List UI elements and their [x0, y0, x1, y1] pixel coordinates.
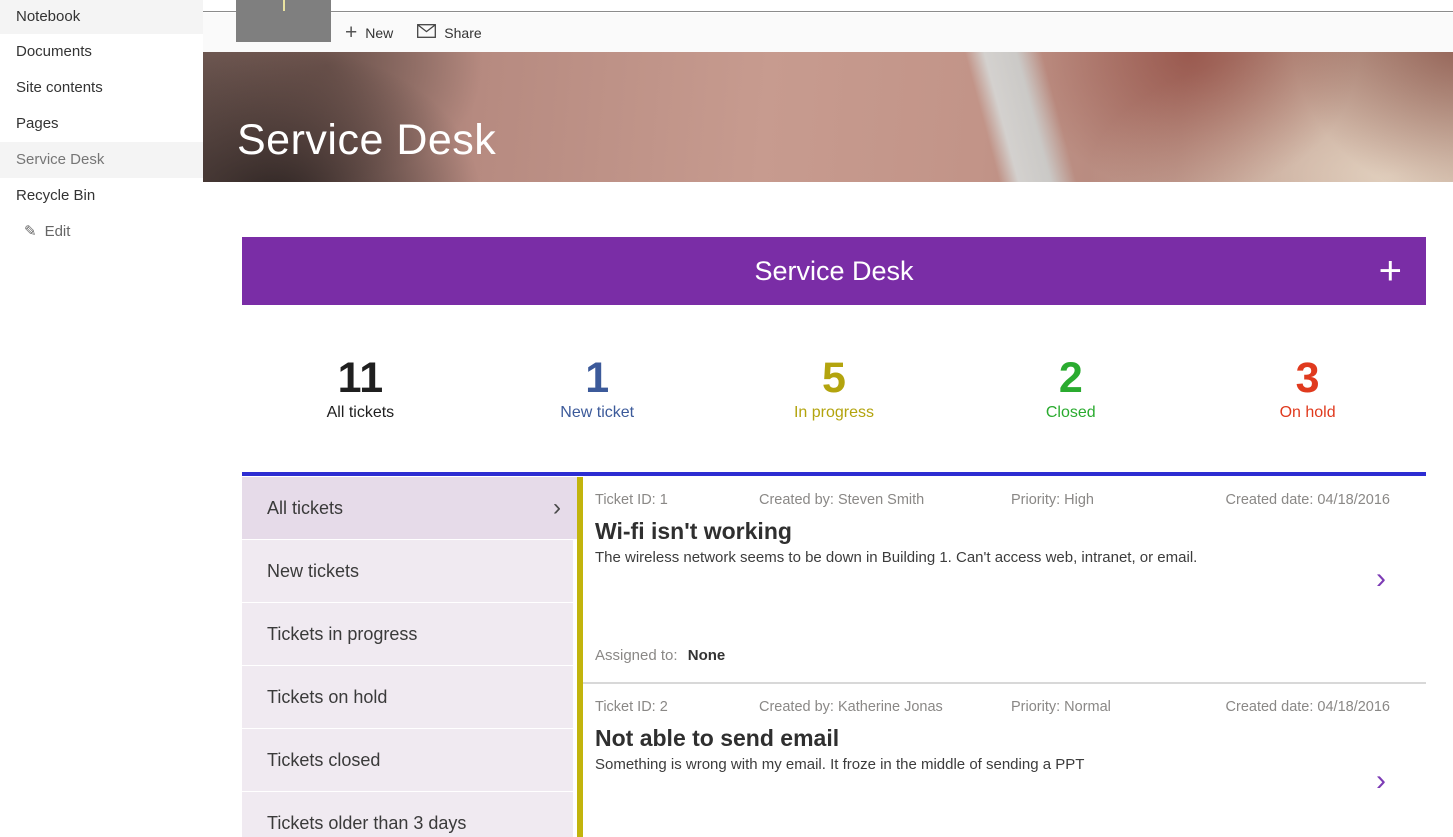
- stat-label: On hold: [1189, 404, 1426, 422]
- ticket-created-by: Created by: Steven Smith: [759, 492, 1011, 508]
- sidebar-item-site-contents[interactable]: Site contents: [0, 70, 203, 106]
- stat-label: New ticket: [479, 404, 716, 422]
- filter-label: All tickets: [267, 498, 343, 518]
- stat-in-progress[interactable]: 5 In progress: [716, 355, 953, 422]
- add-ticket-button[interactable]: +: [1379, 251, 1402, 291]
- assigned-to-label: Assigned to:: [595, 647, 678, 664]
- share-button[interactable]: Share: [417, 24, 481, 41]
- site-navigation-sidebar: Notebook Documents Site contents Pages S…: [0, 0, 203, 837]
- stat-closed[interactable]: 2 Closed: [952, 355, 1189, 422]
- ticket-title: Not able to send email: [595, 725, 1426, 752]
- gray-overlay-box: [236, 0, 331, 42]
- service-desk-page: Notebook Documents Site contents Pages S…: [0, 0, 1453, 837]
- chevron-right-icon[interactable]: ›: [1376, 562, 1386, 596]
- sidebar-item-notebook[interactable]: Notebook: [0, 0, 203, 34]
- ticket-created-date: Created date: 04/18/2016: [1207, 492, 1426, 508]
- stat-value: 5: [716, 355, 953, 402]
- app-title: Service Desk: [754, 256, 913, 287]
- hero-banner-image: Service Desk: [203, 52, 1453, 182]
- pencil-icon: ✎: [24, 223, 37, 240]
- new-button-label: New: [365, 25, 393, 41]
- stat-value: 1: [479, 355, 716, 402]
- sidebar-item-service-desk[interactable]: Service Desk: [0, 142, 203, 178]
- stat-label: In progress: [716, 404, 953, 422]
- assigned-to-value: None: [688, 647, 726, 664]
- ticket-priority: Priority: High: [1011, 492, 1207, 508]
- ticket-filter-list: All tickets › New tickets Tickets in pro…: [242, 477, 577, 837]
- stat-on-hold[interactable]: 3 On hold: [1189, 355, 1426, 422]
- ticket-meta-row: Ticket ID: 2 Created by: Katherine Jonas…: [583, 684, 1426, 715]
- stat-label: All tickets: [242, 404, 479, 422]
- ticket-description: Something is wrong with my email. It fro…: [595, 756, 1426, 773]
- stat-new-ticket[interactable]: 1 New ticket: [479, 355, 716, 422]
- filter-label: New tickets: [267, 561, 359, 581]
- ticket-stats-row: 11 All tickets 1 New ticket 5 In progres…: [242, 305, 1426, 472]
- chevron-right-icon[interactable]: ›: [1376, 764, 1386, 798]
- sidebar-item-documents[interactable]: Documents: [0, 34, 203, 70]
- envelope-icon: [417, 24, 436, 41]
- stat-label: Closed: [952, 404, 1189, 422]
- plus-icon: +: [345, 22, 357, 43]
- stat-value: 11: [242, 355, 479, 402]
- top-strip: [203, 0, 1453, 12]
- stat-all-tickets[interactable]: 11 All tickets: [242, 355, 479, 422]
- edit-links-button[interactable]: ✎ Edit: [0, 214, 203, 250]
- page-title: Service Desk: [237, 116, 496, 165]
- filter-label: Tickets closed: [267, 750, 380, 770]
- overlay-sliver: [283, 0, 285, 11]
- ticket-list: Ticket ID: 1 Created by: Steven Smith Pr…: [583, 477, 1426, 837]
- stat-value: 2: [952, 355, 1189, 402]
- filter-tickets-older-3-days[interactable]: Tickets older than 3 days: [242, 792, 573, 837]
- filter-label: Tickets in progress: [267, 624, 417, 644]
- ticket-id: Ticket ID: 1: [595, 492, 759, 508]
- edit-label: Edit: [45, 223, 71, 240]
- stat-value: 3: [1189, 355, 1426, 402]
- sidebar-item-pages[interactable]: Pages: [0, 106, 203, 142]
- filter-tickets-in-progress[interactable]: Tickets in progress: [242, 603, 573, 665]
- filter-new-tickets[interactable]: New tickets: [242, 540, 573, 602]
- ticket-meta-row: Ticket ID: 1 Created by: Steven Smith Pr…: [583, 477, 1426, 508]
- filter-tickets-closed[interactable]: Tickets closed: [242, 729, 573, 791]
- new-button[interactable]: + New: [345, 22, 393, 43]
- ticket-assigned-row: Assigned to: None: [595, 647, 725, 664]
- ticket-description: The wireless network seems to be down in…: [595, 549, 1426, 566]
- command-bar: + New Share: [203, 13, 1453, 52]
- app-header: Service Desk +: [242, 237, 1426, 305]
- ticket-id: Ticket ID: 2: [595, 699, 759, 715]
- ticket-created-by: Created by: Katherine Jonas: [759, 699, 1011, 715]
- filter-all-tickets[interactable]: All tickets ›: [242, 477, 577, 539]
- ticket-row-2[interactable]: Ticket ID: 2 Created by: Katherine Jonas…: [583, 684, 1426, 837]
- sidebar-item-recycle-bin[interactable]: Recycle Bin: [0, 178, 203, 214]
- ticket-title: Wi-fi isn't working: [595, 518, 1426, 545]
- share-button-label: Share: [444, 25, 481, 41]
- section-divider: [242, 472, 1426, 476]
- ticket-row-1[interactable]: Ticket ID: 1 Created by: Steven Smith Pr…: [583, 477, 1426, 682]
- chevron-right-icon: ›: [553, 477, 561, 539]
- filter-label: Tickets older than 3 days: [267, 813, 466, 833]
- filter-tickets-on-hold[interactable]: Tickets on hold: [242, 666, 573, 728]
- ticket-created-date: Created date: 04/18/2016: [1207, 699, 1426, 715]
- ticket-priority: Priority: Normal: [1011, 699, 1207, 715]
- filter-label: Tickets on hold: [267, 687, 387, 707]
